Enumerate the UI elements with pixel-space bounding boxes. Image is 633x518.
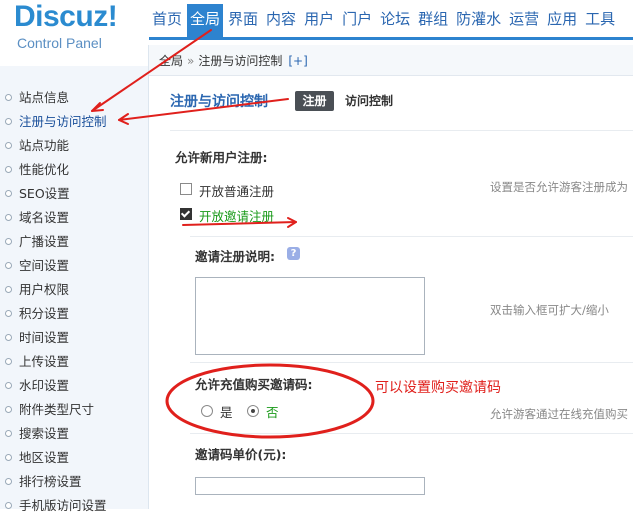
annotation-circle: [165, 363, 375, 439]
annotation-overlay: [91, 29, 375, 439]
annotation-arrow-nav: [91, 29, 212, 112]
annotation-arrow-title: [118, 98, 289, 121]
annotation-text: 可以设置购买邀请码: [375, 380, 501, 396]
annotation-arrow-invite: [182, 221, 297, 226]
